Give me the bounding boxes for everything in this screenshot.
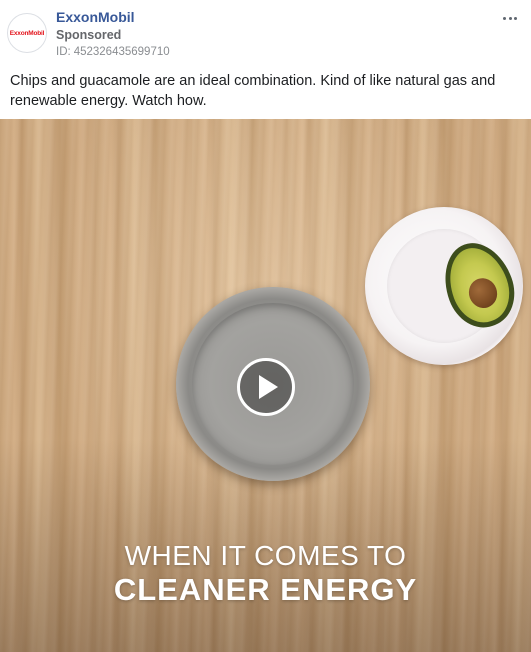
video-overlay-line1: WHEN IT COMES TO (124, 540, 407, 571)
exxonmobil-logo: ExxonMobil (9, 29, 45, 37)
avatar[interactable]: ExxonMobil (7, 13, 47, 53)
post-header: ExxonMobil ExxonMobil Sponsored ID: 45232… (0, 0, 531, 66)
more-options-icon[interactable] (499, 7, 521, 29)
page-name-link[interactable]: ExxonMobil (56, 9, 135, 25)
play-button[interactable] (237, 358, 295, 416)
ad-id: ID: 452326435699710 (56, 46, 170, 58)
post-caption: Chips and guacamole are an ideal combina… (10, 73, 496, 109)
video-player[interactable]: WHEN IT COMES TO CLEANER ENERGY (0, 119, 531, 652)
ad-id-label: ID: (56, 46, 71, 58)
ad-id-value: 452326435699710 (73, 46, 170, 58)
video-overlay-line2: CLEANER ENERGY (113, 572, 418, 607)
play-icon (259, 375, 278, 399)
sponsored-label: Sponsored (56, 28, 122, 42)
